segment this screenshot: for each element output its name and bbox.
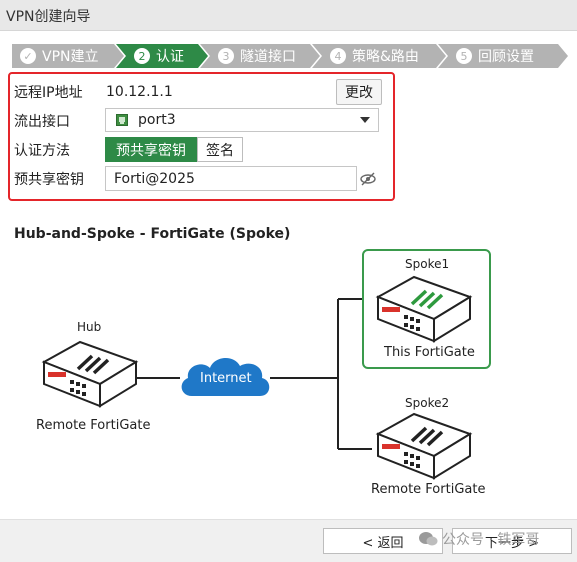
watermark-text: 公众号 · 铁军哥 — [442, 532, 540, 548]
step-label: 隧道接口 — [240, 49, 296, 65]
auth-signature-option[interactable]: 签名 — [197, 137, 243, 162]
psk-value: Forti@2025 — [114, 170, 195, 187]
port-icon — [116, 114, 128, 126]
step-policy-routing[interactable]: 4 策略&路由 — [312, 44, 446, 68]
auth-method-label: 认证方法 — [14, 143, 70, 159]
wizard-footer: < 返回 下一步 > 公众号 · 铁军哥 — [0, 519, 577, 562]
check-icon: ✓ — [20, 48, 36, 64]
step-number-icon: 4 — [330, 48, 346, 64]
topology-diagram: Hub-and-Spoke - FortiGate (Spoke) Hub Re… — [0, 220, 577, 520]
spoke2-caption: Remote FortiGate — [371, 482, 486, 497]
psk-input[interactable]: Forti@2025 — [105, 166, 357, 191]
step-label: VPN建立 — [42, 49, 99, 65]
step-vpn-setup[interactable]: ✓ VPN建立 — [12, 44, 124, 68]
step-review[interactable]: 5 回顾设置 — [438, 44, 568, 68]
cloud-label: Internet — [200, 371, 252, 386]
psk-label: 预共享密钥 — [14, 172, 84, 188]
chevron-down-icon — [360, 117, 370, 123]
step-number-icon: 2 — [134, 48, 150, 64]
wechat-icon — [418, 531, 438, 547]
window-title: VPN创建向导 — [6, 9, 91, 25]
spoke1-title: Spoke1 — [405, 257, 450, 271]
wizard-steps: ✓ VPN建立 2 认证 3 隧道接口 4 策略&路由 5 回顾设置 — [12, 44, 572, 68]
spoke2-device-icon — [375, 412, 473, 480]
spoke1-device-icon — [375, 275, 473, 343]
outgoing-interface-value: port3 — [138, 112, 176, 128]
change-ip-button[interactable]: 更改 — [336, 79, 382, 105]
auth-psk-option[interactable]: 预共享密钥 — [105, 137, 197, 162]
watermark: 公众号 · 铁军哥 — [418, 529, 539, 549]
step-label: 策略&路由 — [352, 49, 419, 65]
step-tunnel-interface[interactable]: 3 隧道接口 — [200, 44, 320, 68]
remote-ip-label: 远程IP地址 — [14, 85, 83, 101]
outgoing-interface-label: 流出接口 — [14, 114, 70, 130]
spoke2-title: Spoke2 — [405, 396, 450, 410]
outgoing-interface-select[interactable]: port3 — [105, 108, 379, 132]
step-number-icon: 3 — [218, 48, 234, 64]
spoke1-caption: This FortiGate — [384, 345, 475, 360]
hub-device-icon — [41, 340, 139, 408]
step-label: 回顾设置 — [478, 49, 534, 65]
step-number-icon: 5 — [456, 48, 472, 64]
hub-title: Hub — [77, 320, 102, 334]
eye-slash-icon[interactable] — [360, 171, 376, 186]
step-label: 认证 — [156, 49, 184, 65]
step-authentication[interactable]: 2 认证 — [116, 44, 208, 68]
hub-caption: Remote FortiGate — [36, 418, 151, 433]
remote-ip-value: 10.12.1.1 — [106, 84, 173, 100]
window-titlebar: VPN创建向导 — [0, 0, 577, 31]
